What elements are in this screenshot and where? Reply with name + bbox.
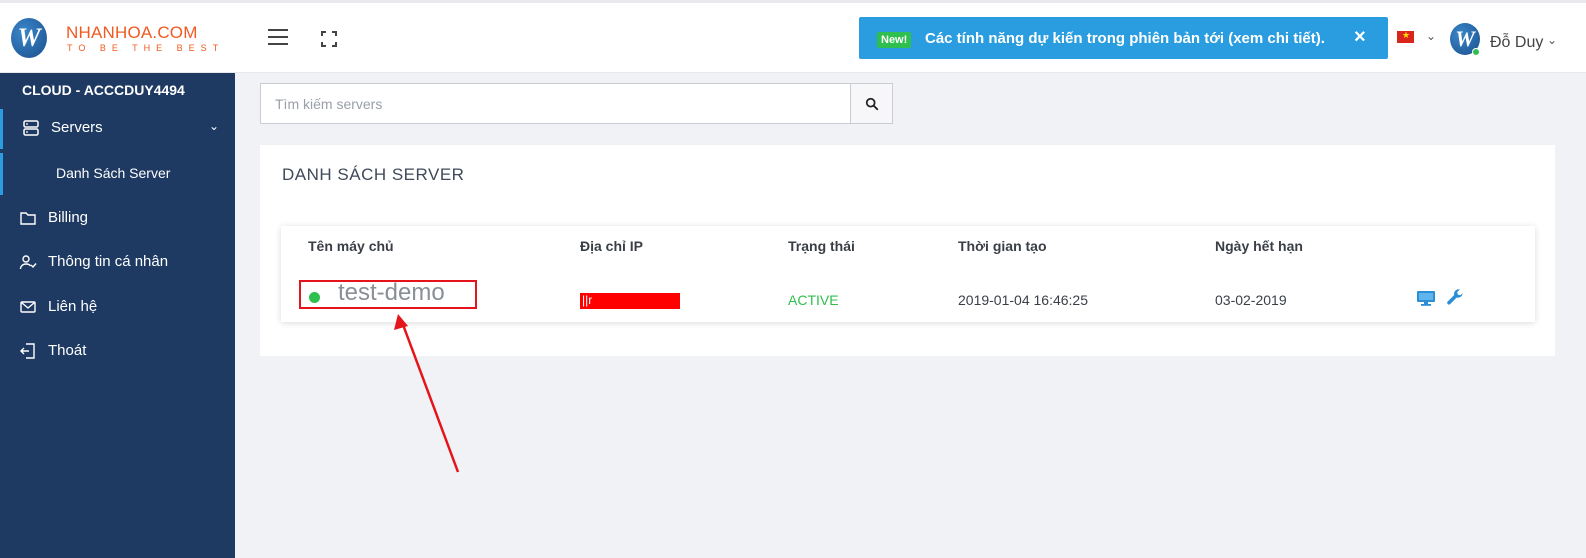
column-header-name[interactable]: Tên máy chủ <box>308 238 394 254</box>
sidebar: CLOUD - ACCCDUY4494 Servers ⌄ Danh Sách … <box>0 73 235 558</box>
sidebar-item-label: Thông tin cá nhân <box>48 253 169 270</box>
close-icon[interactable]: × <box>1354 26 1366 49</box>
sidebar-subitem-label: Danh Sách Server <box>56 165 171 181</box>
user-check-icon <box>19 255 37 270</box>
sidebar-item-label: Billing <box>48 209 89 226</box>
logo-title[interactable]: NHANHOA.COM <box>66 23 198 43</box>
server-icon <box>23 120 39 136</box>
chevron-down-icon: ⌄ <box>209 119 220 133</box>
online-status-dot <box>1472 48 1480 56</box>
search-button[interactable] <box>850 83 893 124</box>
search-input[interactable] <box>260 83 851 124</box>
wrench-icon[interactable] <box>1445 288 1465 308</box>
menu-toggle-icon[interactable] <box>268 29 288 45</box>
sidebar-item-contact[interactable]: Liên hệ <box>0 288 235 328</box>
logo-subtitle: TO BE THE BEST <box>67 43 225 53</box>
server-created: 2019-01-04 16:46:25 <box>958 292 1088 308</box>
user-chevron-down-icon[interactable]: ⌄ <box>1547 33 1557 47</box>
search-icon <box>865 97 879 111</box>
sidebar-item-label: Servers <box>51 119 103 136</box>
vietnam-flag-icon[interactable]: ★ <box>1397 30 1414 43</box>
folder-icon <box>20 212 36 225</box>
language-chevron-down-icon[interactable]: ⌄ <box>1426 29 1436 43</box>
server-expires: 03-02-2019 <box>1215 292 1287 308</box>
server-status: ACTIVE <box>788 292 839 308</box>
sidebar-item-server-list[interactable]: Danh Sách Server <box>0 153 235 195</box>
fullscreen-icon[interactable] <box>321 31 337 47</box>
new-features-notice[interactable]: New! Các tính năng dự kiến trong phiên b… <box>859 17 1388 59</box>
server-ip: ||r <box>582 293 593 307</box>
account-label: CLOUD - ACCCDUY4494 <box>22 82 185 98</box>
logout-icon <box>20 343 35 359</box>
column-header-ip[interactable]: Địa chỉ IP <box>580 238 643 254</box>
sidebar-item-profile[interactable]: Thông tin cá nhân <box>0 243 235 283</box>
user-name[interactable]: Đỗ Duy <box>1490 34 1543 52</box>
column-header-expires[interactable]: Ngày hết hạn <box>1215 238 1303 254</box>
top-header: W NHANHOA.COM TO BE THE BEST New! Các tí… <box>0 3 1586 73</box>
sidebar-item-label: Liên hệ <box>48 298 98 315</box>
logo-icon[interactable]: W <box>11 18 47 58</box>
sidebar-item-servers[interactable]: Servers ⌄ <box>0 109 235 149</box>
column-header-created[interactable]: Thời gian tạo <box>958 238 1047 254</box>
notice-text[interactable]: Các tính năng dự kiến trong phiên bản tớ… <box>925 30 1325 47</box>
sidebar-item-logout[interactable]: Thoát <box>0 332 235 372</box>
sidebar-item-billing[interactable]: Billing <box>0 199 235 239</box>
annotation-highlight-box <box>299 280 477 309</box>
server-table: Tên máy chủ Địa chỉ IP Trạng thái Thời g… <box>281 226 1535 322</box>
monitor-icon[interactable] <box>1416 288 1436 308</box>
new-badge: New! <box>877 32 912 48</box>
annotation-arrow <box>394 314 460 473</box>
sidebar-item-label: Thoát <box>48 342 87 359</box>
mail-icon <box>20 301 36 313</box>
card-title: DANH SÁCH SERVER <box>282 165 465 184</box>
ip-redaction-mark <box>580 293 680 309</box>
column-header-status[interactable]: Trạng thái <box>788 238 855 254</box>
